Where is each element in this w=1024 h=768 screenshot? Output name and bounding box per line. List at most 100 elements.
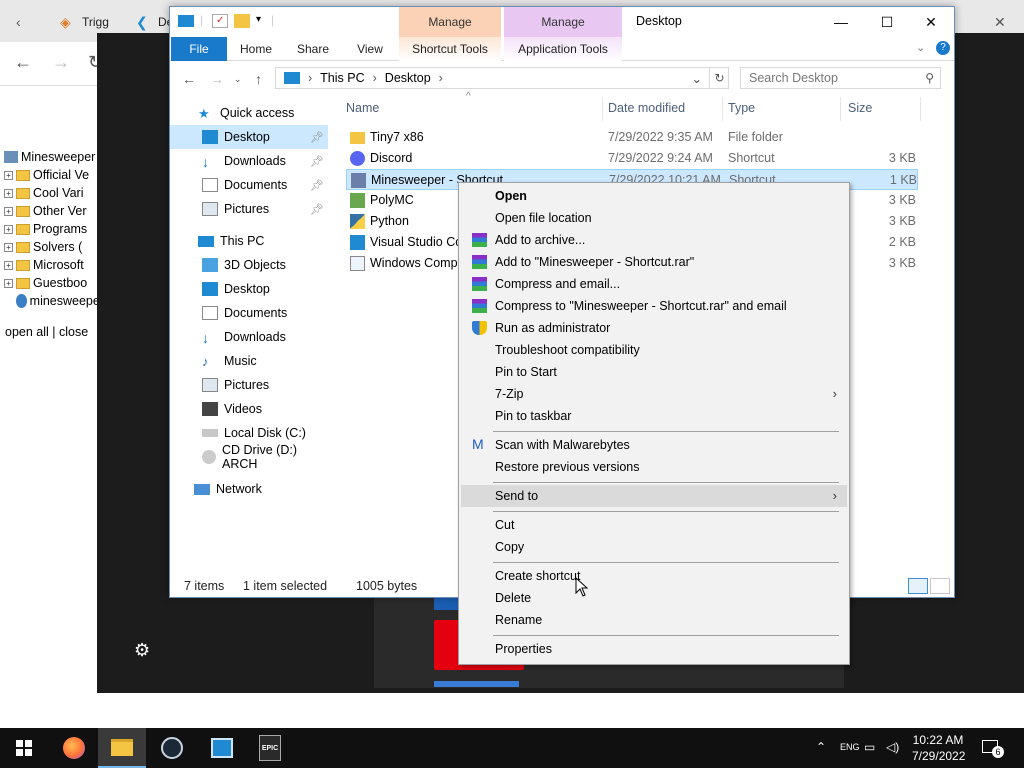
menu-scan-with-malwarebytes[interactable]: M Scan with Malwarebytes [461,434,847,456]
column-divider[interactable] [920,97,921,121]
tree-item[interactable]: + Guestboo [4,274,104,292]
column-divider[interactable] [840,97,841,121]
customize-quick-access-icon[interactable]: ▾ [256,14,261,25]
details-view-icon[interactable] [908,578,928,594]
tree-item[interactable]: + Microsoft [4,256,104,274]
nav-quick-access[interactable]: ★ Quick access [170,101,328,125]
taskbar-remote-app[interactable] [198,728,246,768]
properties-icon[interactable]: ✓ [212,14,228,28]
menu-pin-to-start[interactable]: Pin to Start [461,361,847,383]
expand-icon[interactable]: + [4,224,13,234]
menu-copy[interactable]: Copy [461,536,847,558]
expand-icon[interactable]: + [4,206,13,216]
menu-open[interactable]: Open [461,185,847,207]
nav-local-disk[interactable]: Local Disk (C:) [170,421,328,445]
address-dropdown-icon[interactable]: ⌄ [692,71,702,86]
nav-music[interactable]: ♪ Music [170,349,328,373]
menu-compress-and-email[interactable]: Compress and email... [461,273,847,295]
volume-icon[interactable]: ◁) [886,740,899,754]
help-icon[interactable]: ? [936,41,950,55]
pin-icon[interactable]: 📌︎ [310,131,324,144]
tree-item[interactable]: + Solvers ( [4,238,104,256]
up-arrow-icon[interactable]: ↑ [255,71,262,87]
column-divider[interactable] [722,97,723,121]
menu-add-to-rar[interactable]: Add to "Minesweeper - Shortcut.rar" [461,251,847,273]
menu-troubleshoot-compatibility[interactable]: Troubleshoot compatibility [461,339,847,361]
expand-icon[interactable]: + [4,278,13,288]
search-input[interactable]: Search Desktop ⚲ [740,67,941,89]
taskbar-steam[interactable] [148,728,196,768]
show-hidden-icons-chevron-icon[interactable]: ⌃ [816,740,826,754]
forward-arrow-icon[interactable]: → [52,52,70,73]
nav-downloads[interactable]: ↓ Downloads [170,325,328,349]
recent-locations-icon[interactable]: ⌄ [234,74,242,85]
nav-cd-drive[interactable]: CD Drive (D:) ARCH [170,443,328,471]
breadcrumb-desktop[interactable]: Desktop [385,71,431,85]
taskbar-epic-games[interactable]: EPIC [246,728,294,768]
tab-view[interactable]: View [347,37,393,61]
back-arrow-icon[interactable]: ← [14,52,32,73]
refresh-icon[interactable]: ↻ [709,67,729,89]
menu-properties[interactable]: Properties [461,638,847,660]
nav-quick-pictures[interactable]: Pictures 📌︎ [170,197,328,221]
column-date-modified[interactable]: Date modified [608,101,685,115]
expand-icon[interactable]: + [4,260,13,270]
nav-videos[interactable]: Videos [170,397,328,421]
clock[interactable]: 10:22 AM 7/29/2022 [912,732,965,764]
taskbar-file-explorer[interactable] [98,728,146,768]
menu-create-shortcut[interactable]: Create shortcut [461,565,847,587]
nav-quick-downloads[interactable]: ↓ Downloads 📌︎ [170,149,328,173]
menu-add-to-archive[interactable]: Add to archive... [461,229,847,251]
menu-rename[interactable]: Rename [461,609,847,631]
column-size[interactable]: Size [848,101,872,115]
open-all-close-links[interactable]: open all | close [5,325,88,339]
expand-ribbon-icon[interactable]: ⌄ [916,41,925,54]
menu-pin-to-taskbar[interactable]: Pin to taskbar [461,405,847,427]
menu-cut[interactable]: Cut [461,514,847,536]
nav-quick-desktop[interactable]: Desktop 📌︎ [170,125,328,149]
menu-7zip[interactable]: 7-Zip › [461,383,847,405]
start-button[interactable] [0,728,48,768]
taskbar-firefox[interactable] [50,728,98,768]
large-icons-view-icon[interactable] [930,578,950,594]
menu-run-as-administrator[interactable]: Run as administrator [461,317,847,339]
pin-icon[interactable]: 📌︎ [310,203,324,216]
address-bar[interactable]: › This PC › Desktop › ⌄ [275,67,729,89]
tab-application-tools[interactable]: Application Tools [504,37,622,61]
gear-icon[interactable]: ⚙ [134,640,150,661]
close-button[interactable]: ✕ [908,7,954,37]
column-type[interactable]: Type [728,101,755,115]
menu-restore-previous-versions[interactable]: Restore previous versions [461,456,847,478]
column-divider[interactable] [602,97,603,121]
keyboard-layout-icon[interactable]: ENG [840,742,860,752]
nav-pictures[interactable]: Pictures [170,373,328,397]
nav-3d-objects[interactable]: 3D Objects [170,253,328,277]
nav-documents[interactable]: Documents [170,301,328,325]
pin-icon[interactable]: 📌︎ [310,155,324,168]
back-arrow-icon[interactable]: ← [182,71,196,87]
minimize-button[interactable]: — [818,7,864,37]
manage-application-context-tab[interactable]: Manage [504,7,622,37]
breadcrumb-this-pc[interactable]: This PC [320,71,364,85]
tree-item[interactable]: minesweeper [4,292,104,310]
menu-compress-to-rar-and-email[interactable]: Compress to "Minesweeper - Shortcut.rar"… [461,295,847,317]
nav-this-pc[interactable]: This PC [170,229,328,253]
maximize-button[interactable]: ☐ [864,7,910,37]
file-row[interactable]: Discord 7/29/2022 9:24 AM Shortcut 3 KB [346,148,918,169]
menu-delete[interactable]: Delete [461,587,847,609]
action-center-button[interactable]: 6 [982,738,1004,758]
file-row[interactable]: Tiny7 x86 7/29/2022 9:35 AM File folder [346,127,918,148]
nav-desktop[interactable]: Desktop [170,277,328,301]
menu-send-to[interactable]: Send to › [461,485,847,507]
tab-home[interactable]: Home [233,37,279,61]
expand-icon[interactable]: + [4,170,13,180]
pin-icon[interactable]: 📌︎ [310,179,324,192]
menu-open-file-location[interactable]: Open file location [461,207,847,229]
tree-item[interactable]: + Other Ver [4,202,104,220]
tree-item[interactable]: Minesweeper [4,148,104,166]
forward-arrow-icon[interactable]: → [210,71,224,87]
nav-quick-documents[interactable]: Documents 📌︎ [170,173,328,197]
expand-icon[interactable]: + [4,242,13,252]
column-name[interactable]: Name [346,101,379,115]
tab-shortcut-tools[interactable]: Shortcut Tools [399,37,501,61]
